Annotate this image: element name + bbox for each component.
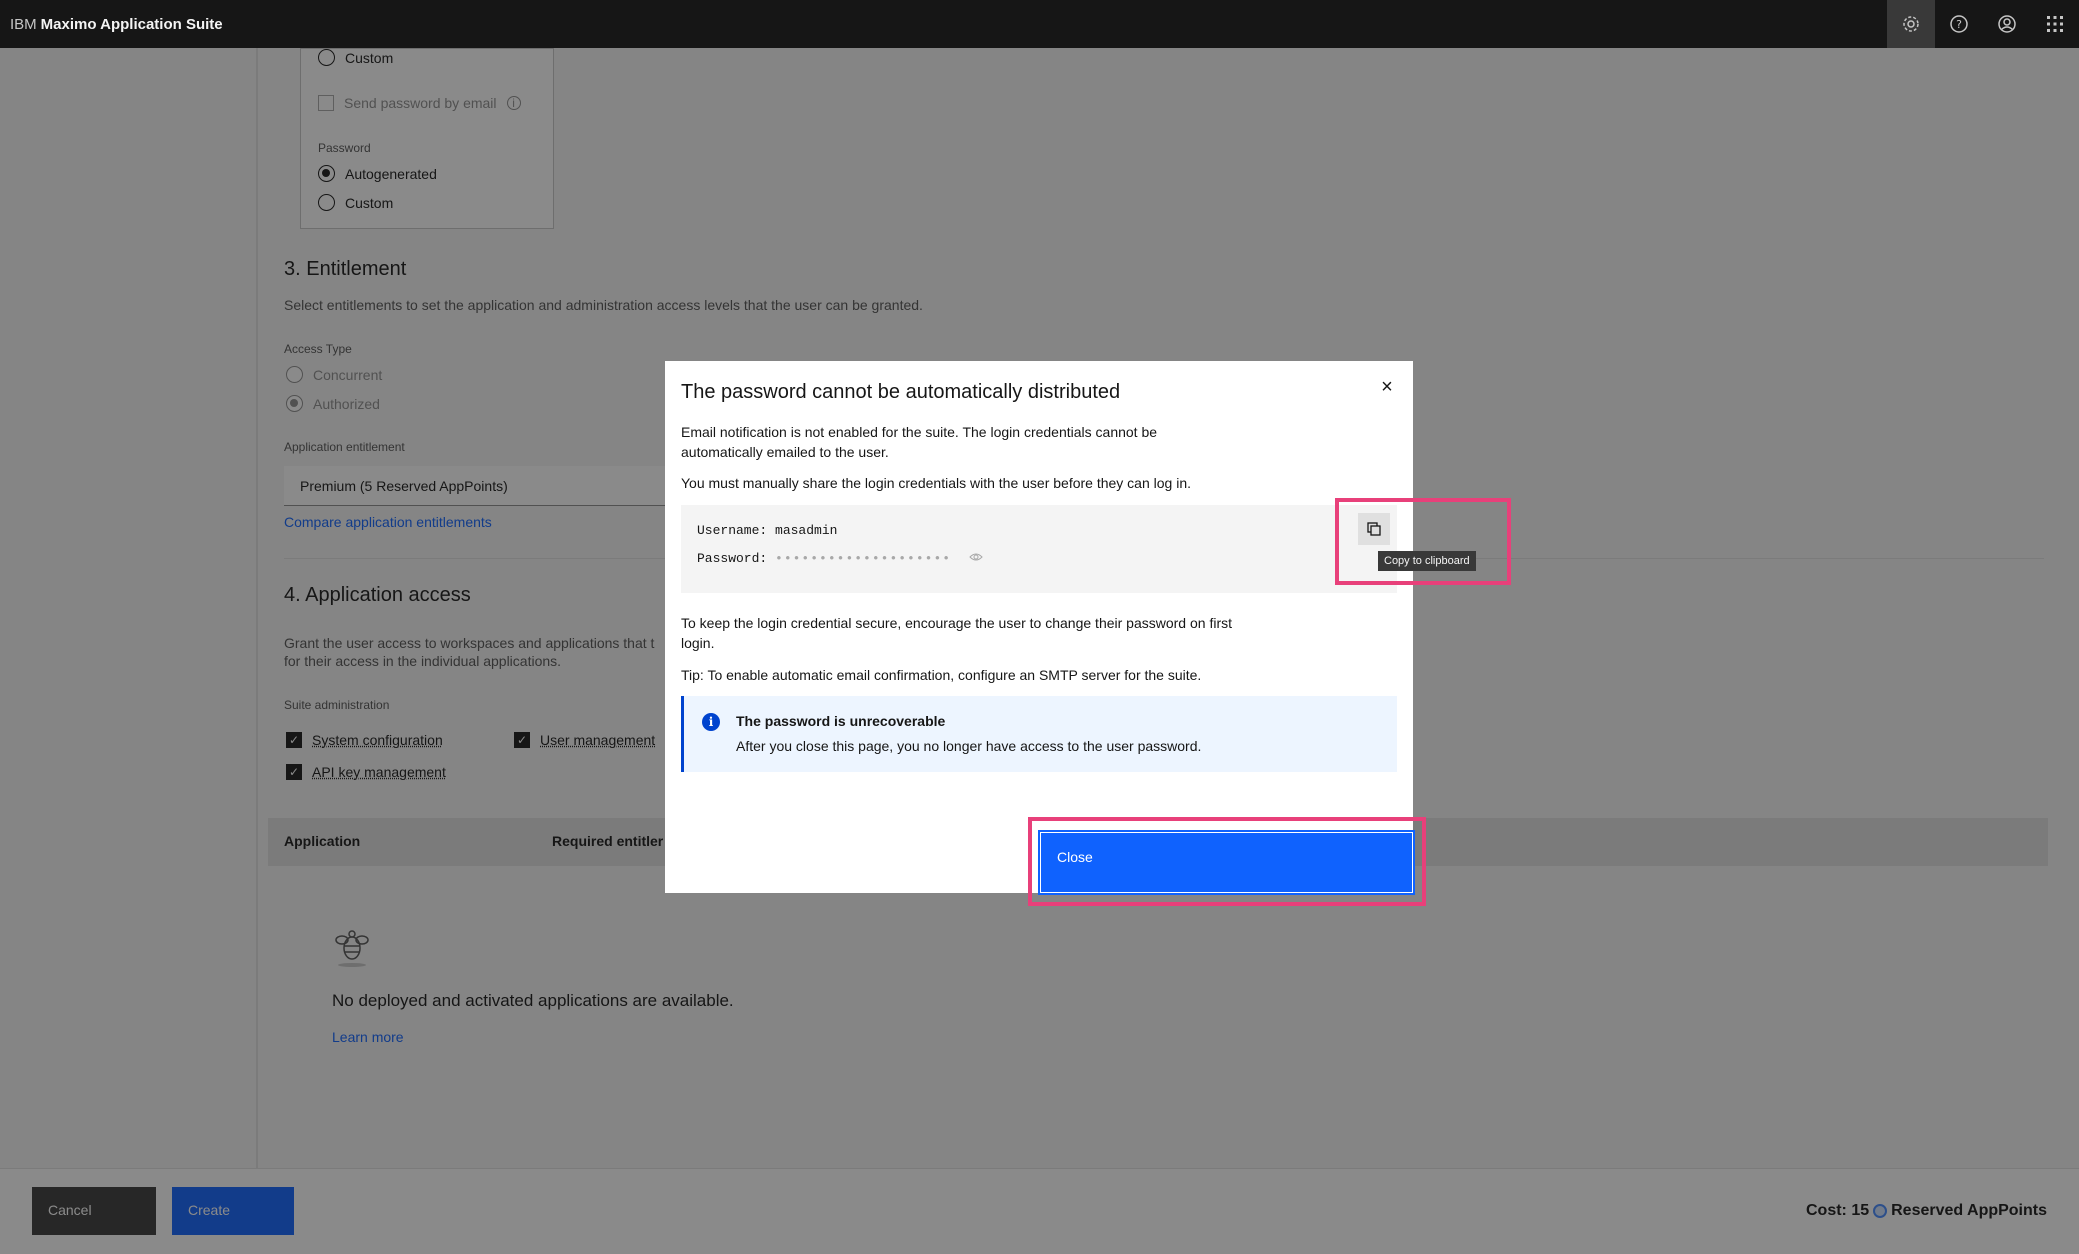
app-brand[interactable]: IBM Maximo Application Suite [0,16,223,33]
notification-title: The password is unrecoverable [736,713,946,729]
close-highlight-box [1028,817,1426,906]
text-line: login. [681,635,715,651]
credentials-box: Username: masadmin Password: •••••••••••… [681,505,1397,593]
password-distribution-modal: The password cannot be automatically dis… [665,361,1476,895]
email-not-enabled-text: Email notification is not enabled for th… [681,422,1281,462]
unrecoverable-notification: i The password is unrecoverable After yo… [681,696,1397,772]
top-icons: ? [1887,0,2079,48]
text-line: To keep the login credential secure, enc… [681,615,1232,631]
help-icon[interactable]: ? [1935,0,1983,48]
username-value: masadmin [775,523,838,538]
password-line: Password: •••••••••••••••••••• [697,551,983,566]
eye-icon[interactable] [969,551,983,566]
info-icon: i [702,713,720,731]
user-icon[interactable] [1983,0,2031,48]
modal-title: The password cannot be automatically dis… [681,381,1121,403]
brand-name: Maximo Application Suite [40,15,223,33]
password-mask: •••••••••••••••••••• [775,551,952,566]
copy-highlight-box [1335,498,1511,585]
top-bar: IBM Maximo Application Suite ? [0,0,2079,48]
gear-icon[interactable] [1887,0,1935,48]
smtp-tip-text: Tip: To enable automatic email confirmat… [681,667,1202,683]
manual-share-text: You must manually share the login creden… [681,475,1192,491]
text-line: Email notification is not enabled for th… [681,424,1158,440]
svg-text:?: ? [1956,18,1962,31]
username-line: Username: masadmin [697,523,837,538]
brand-prefix: IBM [10,15,37,33]
app-switcher-icon[interactable] [2031,0,2079,48]
password-label: Password: [697,551,768,566]
username-label: Username: [697,523,768,538]
text-line: automatically emailed to the user. [681,444,889,460]
close-icon[interactable]: × [1375,375,1399,399]
secure-credential-text: To keep the login credential secure, enc… [681,613,1301,653]
notification-body: After you close this page, you no longer… [736,738,1202,754]
